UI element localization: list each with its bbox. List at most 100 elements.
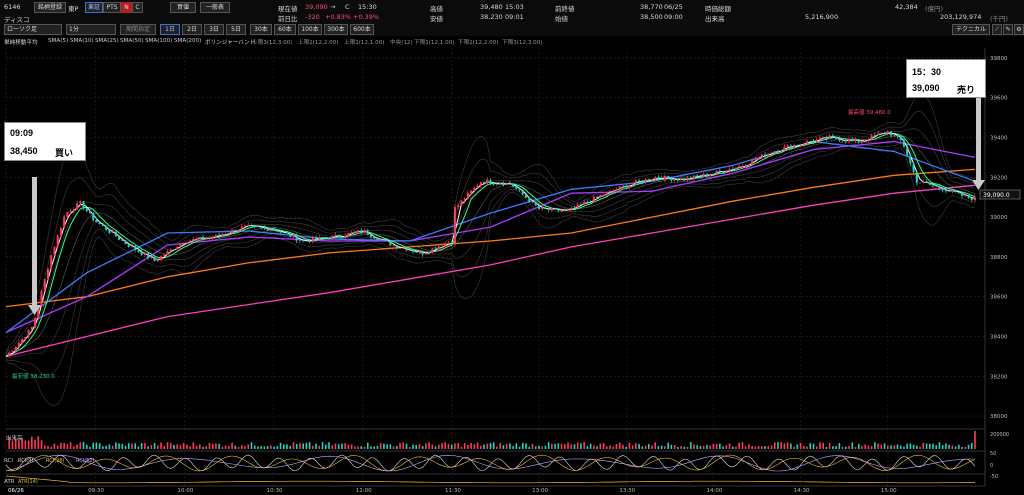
candle-body [583, 202, 586, 205]
candle-body [670, 178, 673, 181]
candle-body [525, 194, 528, 198]
candle-body [932, 184, 935, 186]
range-2d-button[interactable]: 2日 [182, 24, 202, 35]
bars-60-button[interactable]: 60本 [274, 24, 296, 35]
candle-body [628, 185, 631, 188]
general-button[interactable]: 一般表 [200, 2, 230, 13]
edit-icon[interactable]: ✎ [1003, 24, 1013, 35]
volume-bar [735, 446, 737, 449]
candle-body [492, 183, 495, 185]
buy-order-button[interactable]: 買値 [170, 2, 196, 13]
news-button[interactable]: N [121, 2, 132, 13]
volume-bar [554, 443, 556, 449]
candle-body [8, 352, 11, 357]
candle-body [311, 237, 314, 242]
volume-bar [337, 444, 340, 449]
candle-body [848, 139, 851, 142]
volume-bar [347, 444, 350, 449]
candle-body [638, 180, 641, 182]
candle-body [702, 173, 705, 177]
candle-body [431, 248, 434, 253]
range-5d-button[interactable]: 5日 [226, 24, 246, 35]
candle-body [738, 166, 741, 168]
candle-body [683, 178, 686, 181]
low-time: 09:01 [505, 13, 524, 21]
candle-body [441, 246, 444, 248]
rci-line [5, 454, 976, 472]
volume-bar [563, 444, 566, 449]
volume-bar [773, 442, 776, 449]
period-select[interactable]: 期間指定 [120, 24, 156, 35]
bb-legend-item: 下限3(12,3.00) [502, 40, 543, 46]
volume-bar [815, 446, 818, 449]
volume-bar [237, 446, 240, 449]
volume-bar [454, 443, 456, 449]
bars-300-button[interactable]: 300本 [324, 24, 348, 35]
y-tick-label: 39200 [990, 175, 1008, 181]
volume-bar [386, 444, 388, 449]
volume-bar [40, 440, 43, 449]
volume-bar [218, 444, 220, 449]
price-chart[interactable]: 38000 38200 38400 38600 38800 39000 39200 39400… [0, 46, 1024, 495]
range-1d-button[interactable]: 1日 [160, 24, 180, 35]
volume-bar [341, 443, 343, 449]
volume-bar [324, 444, 327, 449]
general-label: 一般表 [205, 4, 224, 11]
volume-bar [444, 442, 447, 449]
volume-bar [741, 442, 744, 449]
register-button[interactable]: 銘柄登録 [34, 2, 66, 13]
candle-body [331, 235, 334, 240]
bars-100-button[interactable]: 100本 [298, 24, 322, 35]
bars-30-button[interactable]: 30本 [250, 24, 272, 35]
volume-bar [415, 445, 418, 449]
mcap-value: 42,384 [895, 3, 918, 11]
volume-bar [79, 442, 82, 449]
candle-body [347, 233, 350, 237]
candle-body [722, 171, 725, 173]
open-time: 09:00 [664, 13, 683, 21]
candle-body [941, 187, 944, 191]
bars-600-button[interactable]: 600本 [350, 24, 374, 35]
candle-body [647, 179, 650, 181]
chart-type-select[interactable]: ローソク足 [4, 24, 62, 35]
volume-bar [551, 443, 553, 449]
volume-bar [118, 443, 120, 449]
volume-bar [635, 443, 637, 449]
pts-button[interactable]: PTS [103, 2, 121, 13]
candle-body [192, 238, 195, 241]
volume-bar [518, 446, 521, 449]
candle-body [237, 229, 240, 232]
volume-bar [786, 442, 789, 449]
technical-button[interactable]: テクニカル [952, 24, 990, 35]
candle-body [692, 175, 695, 179]
candle-body [557, 208, 560, 211]
candle-body [938, 186, 941, 188]
candle-body [305, 240, 308, 242]
candle-body [195, 238, 198, 240]
c-button[interactable]: C [132, 2, 143, 13]
y-tick-label: 38400 [990, 334, 1008, 340]
candle-body [796, 145, 799, 146]
volume-bar [121, 443, 124, 449]
settings-icon[interactable]: ⚙ [1014, 24, 1024, 35]
volume-bar [583, 442, 585, 449]
volume-bar [305, 442, 308, 449]
exchange-tse-button[interactable]: 東証 [85, 2, 103, 13]
draw-line-icon[interactable]: ⟋ [992, 24, 1002, 35]
candle-body [308, 240, 311, 242]
candle-body [534, 201, 537, 206]
candle-body [634, 180, 637, 184]
volume-bar [622, 444, 624, 449]
candle-body [292, 235, 295, 237]
volume-label: 出来高 [705, 15, 725, 23]
range-3d-button[interactable]: 3日 [204, 24, 224, 35]
volume-bar [470, 443, 472, 449]
volume-bar [450, 444, 453, 449]
change-label: 前日比 [278, 15, 298, 23]
interval-select[interactable]: 1分 [66, 24, 116, 35]
candle-body [428, 252, 431, 254]
open-value: 38,500 [640, 13, 663, 21]
candle-body [147, 253, 150, 259]
volume-bar [467, 444, 469, 449]
candle-body [760, 154, 763, 158]
